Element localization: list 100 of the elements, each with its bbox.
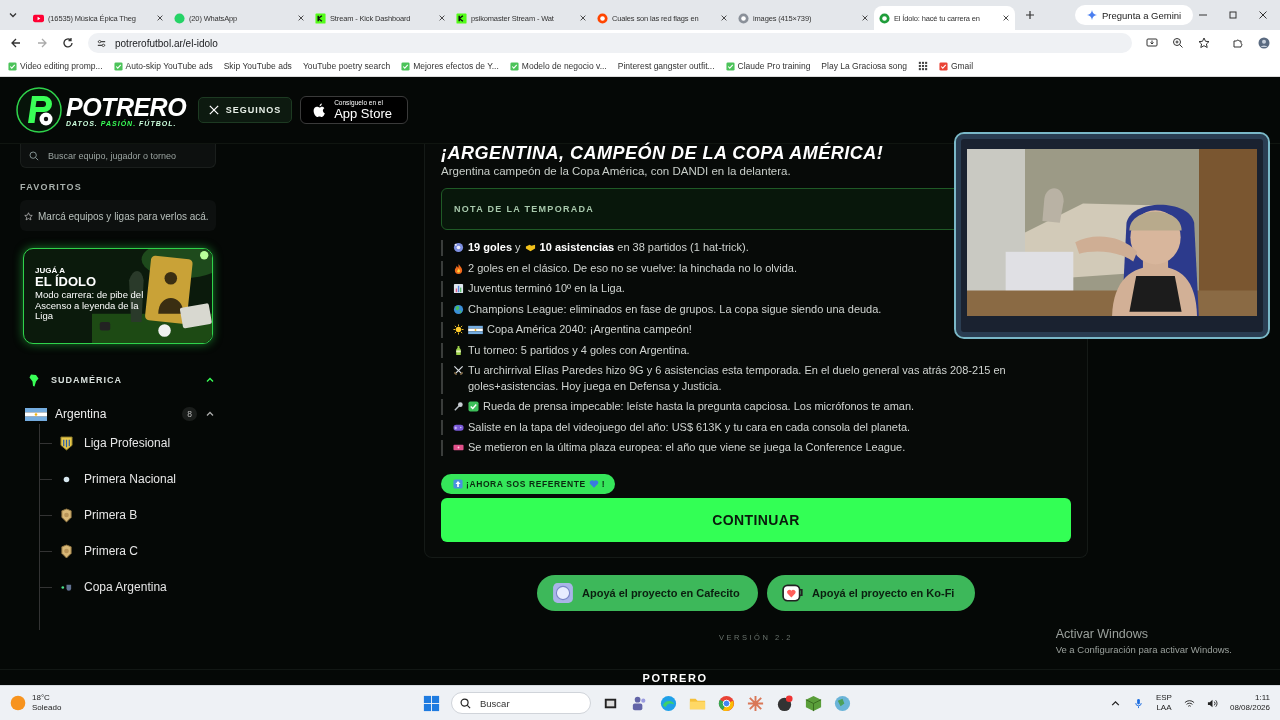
new-tab-icon[interactable] <box>1025 10 1035 20</box>
promo-description: Modo carrera: de pibe del Ascenso a leyenda de la Liga <box>35 290 145 322</box>
bar-chart-icon <box>453 283 464 294</box>
taskbar-search-field[interactable]: Buscar <box>451 692 591 714</box>
clock[interactable]: 1:11 08/08/2026 <box>1229 693 1270 713</box>
country-item[interactable]: Argentina 8 <box>20 404 215 424</box>
bookmark[interactable]: Video editing promp... <box>8 61 103 71</box>
bookmark[interactable]: Gmail <box>938 61 974 71</box>
bookmark[interactable]: Mejores efectos de Y... <box>401 61 499 71</box>
league-item[interactable]: Primera Nacional <box>84 471 184 487</box>
promo-title: EL ÍDOLO <box>35 275 98 288</box>
close-icon[interactable] <box>861 14 869 22</box>
activation-title: Activar Windows <box>1055 627 1149 641</box>
check-icon <box>468 401 479 412</box>
note-text: Se metieron en la última plaza europea: el año que viene se juega la Conference League. <box>468 440 906 455</box>
bottle-icon <box>453 344 464 356</box>
gemini-button[interactable]: Pregunta a Gemini <box>1075 5 1194 25</box>
up-arrow-icon <box>453 478 463 489</box>
profile-avatar[interactable] <box>1258 37 1270 49</box>
search-icon <box>29 151 39 161</box>
maximize-icon[interactable] <box>1228 10 1238 20</box>
chevron-icon <box>205 375 215 385</box>
apple-icon <box>313 102 327 118</box>
page-title: ¡ARGENTINA, CAMPEÓN DE LA COPA AMÉRICA! <box>441 144 885 162</box>
cube-icon[interactable] <box>804 693 823 713</box>
close-icon[interactable] <box>156 14 164 22</box>
league-item[interactable]: Copa Argentina <box>84 579 184 595</box>
close-icon[interactable] <box>579 14 587 22</box>
weather-condition: Soleado <box>32 703 62 713</box>
note-text: Saliste en la tapa del videojuego del año: US$ 613K y tu cara en cada consola del planeta. <box>468 419 911 435</box>
close-icon[interactable] <box>720 14 728 22</box>
handshake-icon <box>524 242 536 253</box>
bookmark[interactable]: Pinterest gangster outfit... <box>617 61 715 71</box>
note-title: NOTA DE LA TEMPORADA <box>454 204 595 214</box>
zoom-icon[interactable] <box>1172 37 1184 49</box>
star-icon[interactable] <box>1198 37 1210 49</box>
square-logo-icon <box>456 12 467 24</box>
record-app-icon[interactable] <box>775 693 794 713</box>
starburst-icon[interactable] <box>746 693 765 713</box>
swords-icon <box>453 365 464 376</box>
note-text: Tu torneo: 5 partidos y 4 goles con Argentina. <box>468 342 690 358</box>
site-settings-icon[interactable] <box>96 37 107 49</box>
close-icon[interactable] <box>1258 10 1268 20</box>
bookmark[interactable]: YouTube poetry search <box>302 61 391 71</box>
back-icon[interactable] <box>10 37 22 49</box>
note-text: Copa América 2040: ¡Argentina campeón! <box>487 322 692 337</box>
league-item[interactable]: Primera C <box>84 543 184 559</box>
round-logo-icon <box>879 12 890 24</box>
flag-icon <box>25 407 47 421</box>
site-logo-text: POTRERO <box>66 93 187 120</box>
sun-icon <box>453 324 464 335</box>
badge-text: ¡AHORA SOS REFERENTE <box>466 478 586 489</box>
note-text: Tu archirrival Elías Paredes hizo 9G y 6 asistencias esta temporada. En el duelo general vas atrás 208-215 en goles+asistencias. Hoy juega en Defensa y Justicia. <box>468 363 1007 394</box>
note-text: Champions League: eliminados en fase de grupos. La copa sigue siendo una deuda. <box>468 301 882 317</box>
speaker-icon[interactable] <box>1206 697 1218 709</box>
wifi-icon[interactable] <box>1183 697 1195 709</box>
count-badge: 8 <box>182 407 197 421</box>
round-logo-icon <box>597 12 608 24</box>
search-field[interactable]: Buscar equipo, jugador o torneo <box>20 144 216 168</box>
close-icon[interactable] <box>438 14 446 22</box>
league-item[interactable]: Primera B <box>84 507 184 523</box>
start-icon[interactable] <box>422 693 441 713</box>
league-item[interactable]: Liga Profesional <box>84 435 184 451</box>
bookmark[interactable]: Auto-skip YouTube ads <box>113 61 213 71</box>
temperature: 18°C <box>32 693 51 703</box>
bookmark[interactable]: Claude Pro training <box>725 61 811 71</box>
note-text: Rueda de prensa impecable: leíste hasta la pregunta capciosa. Los micrófonos te aman. <box>483 399 915 414</box>
browser-icon[interactable] <box>717 693 736 713</box>
note-text: 10 asistencias en 38 partidos (1 hat-trick). <box>539 240 749 255</box>
activation-text: Ve a Configuración para activar Windows. <box>1055 644 1232 655</box>
sparkle-icon <box>1087 10 1097 20</box>
ticket-icon <box>453 442 464 453</box>
app-store-label: App Store <box>334 107 392 121</box>
extensions-icon[interactable] <box>1232 37 1244 49</box>
continue-button[interactable]: CONTINUAR <box>441 497 1071 542</box>
support-button[interactable]: Apoyá el proyecto en Ko-Fi <box>767 574 975 611</box>
browser-icon[interactable] <box>659 693 678 713</box>
badge-text: ! <box>601 478 606 489</box>
close-icon[interactable] <box>1002 14 1010 22</box>
apps-grid-icon[interactable] <box>917 61 928 71</box>
globe-app-icon[interactable] <box>833 693 852 713</box>
reload-icon[interactable] <box>62 37 74 49</box>
promo-card[interactable]: JUGÁ A EL ÍDOLO Modo carrera: de pibe del Ascenso a leyenda de la Liga <box>23 248 213 344</box>
close-icon[interactable] <box>297 14 305 22</box>
note-text: 19 goles y <box>468 240 521 255</box>
follow-button[interactable]: SEGUINOS <box>198 97 293 123</box>
country-name: Argentina <box>55 407 108 421</box>
promo-kicker: JUGÁ A <box>35 266 65 275</box>
support-button[interactable]: Apoyá el proyecto en Cafecito <box>537 574 758 611</box>
square-logo-icon <box>315 12 326 24</box>
address-bar[interactable]: potrerofutbol.ar/el-idolo <box>88 33 1132 53</box>
play-logo-icon <box>33 12 44 24</box>
microphone-icon[interactable] <box>1132 697 1144 709</box>
bookmark[interactable]: Modelo de negocio v... <box>509 61 607 71</box>
bookmark[interactable]: Skip YouTube ads <box>223 61 292 71</box>
bookmark[interactable]: Play La Graciosa song <box>821 61 907 71</box>
tab-list-icon[interactable] <box>8 10 18 20</box>
language-indicator[interactable]: ESP LAA <box>1155 693 1172 713</box>
install-icon[interactable] <box>1146 37 1158 49</box>
region-header[interactable]: SUDAMÉRICA <box>20 370 215 390</box>
